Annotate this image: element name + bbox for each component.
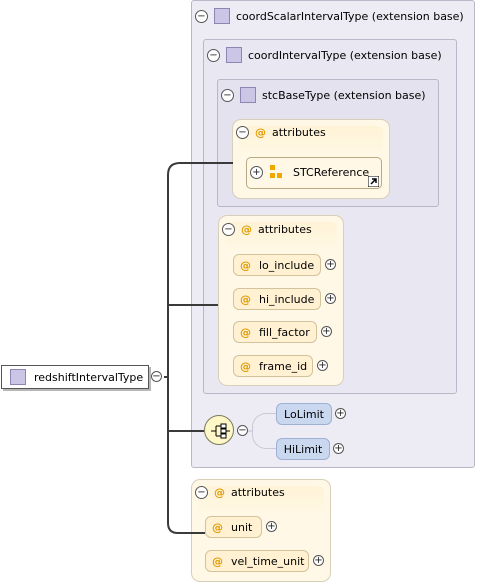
connector-lines: [164, 162, 252, 534]
